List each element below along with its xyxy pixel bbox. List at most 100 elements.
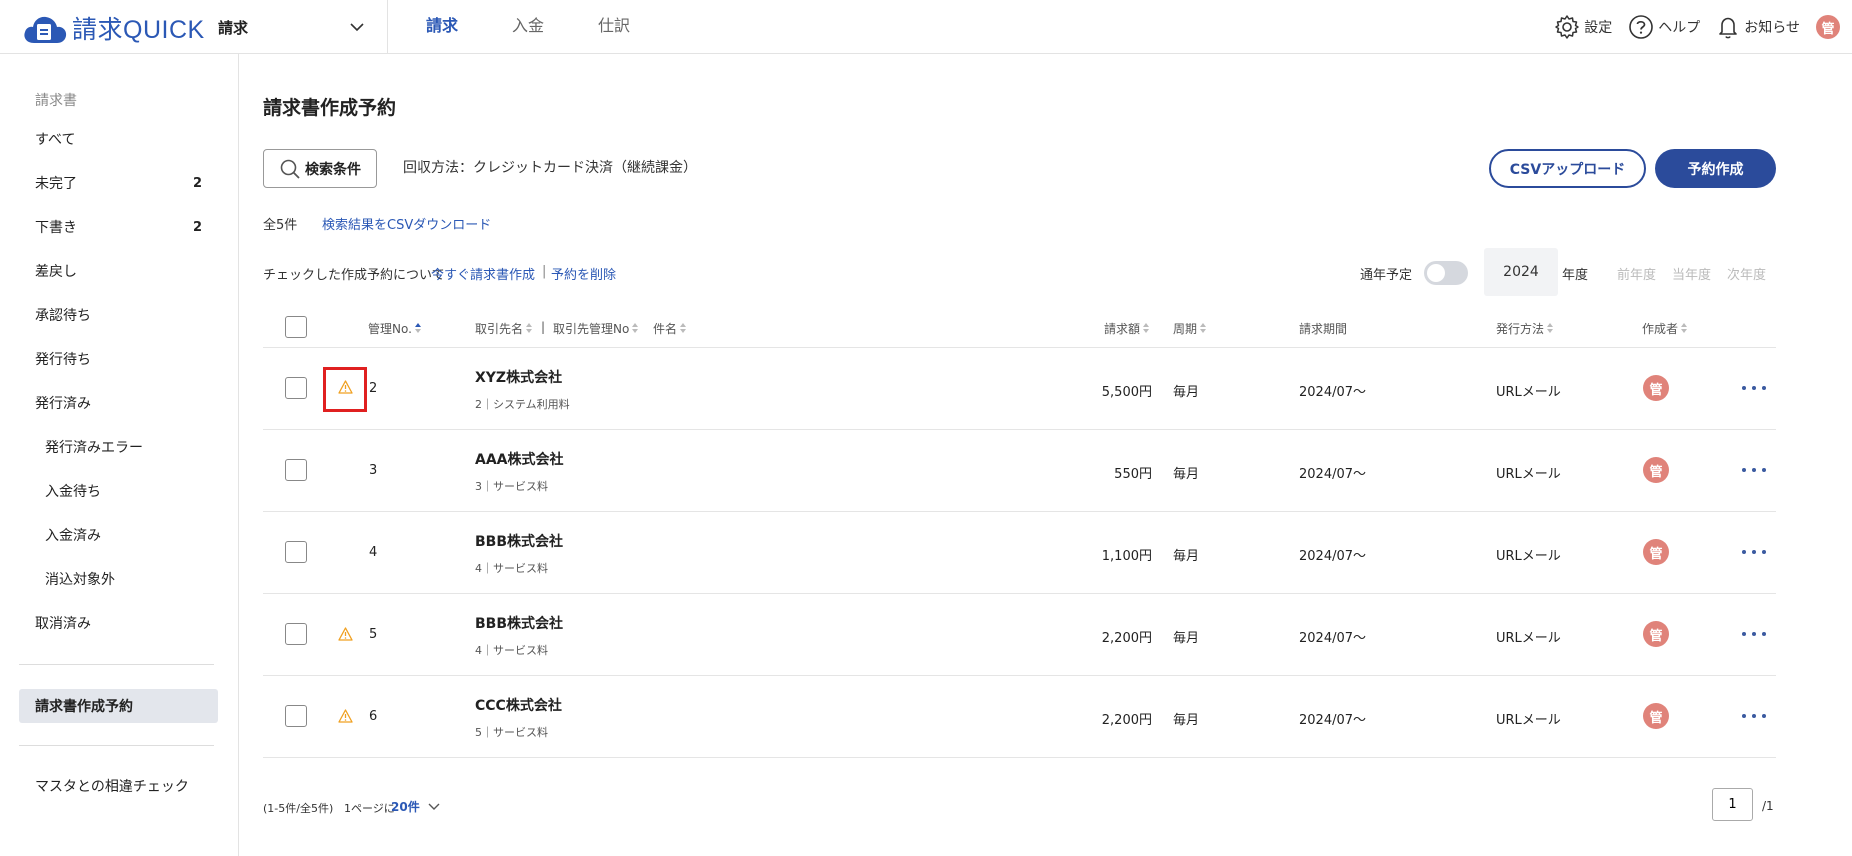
sidebar-item-returned[interactable]: 差戻し (19, 254, 218, 288)
row-client-name[interactable]: BBB株式会社 (475, 613, 563, 633)
row-checkbox[interactable] (285, 623, 307, 645)
user-avatar[interactable]: 管 (1816, 15, 1840, 39)
sidebar-item-label: すべて (35, 132, 76, 148)
main-nav-payment[interactable]: 入金 (499, 0, 557, 54)
app-logo[interactable]: 請求QUICK (22, 10, 205, 46)
warning-icon[interactable] (338, 627, 353, 641)
page-number-input[interactable] (1712, 788, 1753, 821)
row-more-menu-icon[interactable] (1742, 465, 1766, 475)
chevron-down-icon (350, 22, 364, 31)
table-row-divider (263, 757, 1776, 758)
column-header-method[interactable]: 発行方法 (1496, 320, 1554, 337)
sidebar-item-drafts[interactable]: 下書き 2 (19, 210, 218, 244)
fiscal-year-input[interactable] (1484, 248, 1558, 296)
sidebar-item-label: 未完了 (35, 176, 77, 192)
column-header-label: 管理No. (368, 322, 412, 336)
row-checkbox[interactable] (285, 705, 307, 727)
per-page-label: 1ページに (344, 802, 395, 815)
help-icon (1629, 15, 1654, 39)
sidebar-heading: 請求書 (35, 93, 77, 109)
sidebar-item-awaiting-payment[interactable]: 入金待ち (19, 474, 218, 508)
sidebar-item-label: 消込対象外 (45, 572, 115, 588)
column-header-client[interactable]: 取引先名 (475, 320, 533, 337)
row-more-menu-icon[interactable] (1742, 629, 1766, 639)
cloud-invoice-logo-icon (24, 16, 67, 43)
search-conditions-label: 検索条件 (305, 161, 361, 178)
row-method: URLメール (1496, 467, 1561, 482)
per-page-select[interactable]: 20件 (391, 798, 440, 815)
sort-ascending-icon (414, 323, 422, 334)
row-client-name[interactable]: AAA株式会社 (475, 449, 564, 469)
column-header-client-no[interactable]: 取引先管理No (553, 320, 639, 337)
sidebar-item-label: 発行待ち (35, 352, 91, 368)
help-button[interactable]: ヘルプ (1628, 14, 1700, 40)
sidebar-item-label: 下書き (35, 220, 77, 236)
row-creator-avatar: 管 (1643, 457, 1669, 483)
sort-icon (1200, 323, 1207, 334)
sidebar-item-master-diff-check[interactable]: マスタとの相違チェック (19, 769, 218, 803)
settings-button[interactable]: 設定 (1554, 14, 1612, 40)
row-number: 6 (369, 709, 378, 724)
row-more-menu-icon[interactable] (1742, 711, 1766, 721)
csv-download-link[interactable]: 検索結果をCSVダウンロード (322, 214, 491, 233)
active-filter-text: 回収方法：クレジットカード決済（継続課金） (403, 160, 697, 176)
sidebar-item-label: 差戻し (35, 264, 77, 280)
sidebar-item-label: 入金待ち (45, 484, 101, 500)
column-header-cycle[interactable]: 周期 (1173, 320, 1207, 337)
sidebar-item-paid[interactable]: 入金済み (19, 518, 218, 552)
row-period: 2024/07～ (1299, 467, 1367, 482)
current-year-link[interactable]: 当年度 (1672, 264, 1711, 283)
sidebar-item-label: 承認待ち (35, 308, 91, 324)
row-client-name[interactable]: CCC株式会社 (475, 695, 562, 715)
annual-schedule-toggle[interactable] (1424, 261, 1468, 285)
total-count: 全5件 (263, 218, 298, 233)
next-year-link[interactable]: 次年度 (1727, 264, 1766, 283)
row-more-menu-icon[interactable] (1742, 547, 1766, 557)
main-nav-billing[interactable]: 請求 (413, 0, 471, 54)
create-reservation-button[interactable]: 予約作成 (1655, 149, 1776, 188)
row-amount: 2,200円 (1101, 631, 1152, 646)
search-conditions-button[interactable]: 検索条件 (263, 149, 377, 188)
product-select[interactable]: 請求 (218, 10, 368, 44)
row-checkbox[interactable] (285, 541, 307, 563)
row-number: 4 (369, 545, 378, 560)
chevron-down-icon (428, 803, 440, 810)
main-nav-journal[interactable]: 仕訳 (585, 0, 643, 54)
column-header-label: 発行方法 (1496, 322, 1545, 336)
sidebar-item-label: 発行済みエラー (45, 440, 143, 456)
sidebar-item-excluded[interactable]: 消込対象外 (19, 562, 218, 596)
row-more-menu-icon[interactable] (1742, 383, 1766, 393)
select-all-checkbox[interactable] (285, 316, 307, 338)
sidebar-item-awaiting-approval[interactable]: 承認待ち (19, 298, 218, 332)
previous-year-link[interactable]: 前年度 (1617, 264, 1656, 283)
csv-upload-button[interactable]: CSVアップロード (1489, 149, 1646, 188)
row-checkbox[interactable] (285, 377, 307, 399)
row-client-subject: 3｜サービス料 (475, 480, 548, 493)
row-amount: 2,200円 (1101, 713, 1152, 728)
sidebar-item-all[interactable]: すべて (19, 122, 218, 156)
row-checkbox[interactable] (285, 459, 307, 481)
row-cycle: 毎月 (1173, 631, 1200, 646)
sort-icon (632, 323, 639, 334)
column-header-amount[interactable]: 請求額 (1104, 320, 1150, 337)
column-header-subject[interactable]: 件名 (653, 320, 687, 337)
row-period: 2024/07～ (1299, 631, 1367, 646)
row-client-name[interactable]: BBB株式会社 (475, 531, 563, 551)
pagination-range: (1-5件/全5件) (263, 802, 334, 815)
sort-icon (526, 323, 533, 334)
sidebar-item-issued[interactable]: 発行済み (19, 386, 218, 420)
bulk-create-now-link[interactable]: 今すぐ請求書作成 (431, 264, 535, 283)
sidebar-item-cancelled[interactable]: 取消済み (19, 606, 218, 640)
sidebar-item-incomplete[interactable]: 未完了 2 (19, 166, 218, 200)
notifications-button[interactable]: お知らせ (1716, 14, 1800, 40)
column-header-creator[interactable]: 作成者 (1642, 320, 1688, 337)
column-header-number[interactable]: 管理No. (368, 320, 422, 337)
sidebar-item-issued-error[interactable]: 発行済みエラー (19, 430, 218, 464)
warning-icon[interactable] (338, 709, 353, 723)
table-header-divider (263, 347, 1776, 348)
sidebar-item-awaiting-issue[interactable]: 発行待ち (19, 342, 218, 376)
bulk-delete-link[interactable]: 予約を削除 (551, 264, 616, 283)
row-client-name[interactable]: XYZ株式会社 (475, 367, 562, 387)
sidebar-item-invoice-reservations[interactable]: 請求書作成予約 (19, 689, 218, 723)
column-header-label: 周期 (1173, 322, 1198, 336)
